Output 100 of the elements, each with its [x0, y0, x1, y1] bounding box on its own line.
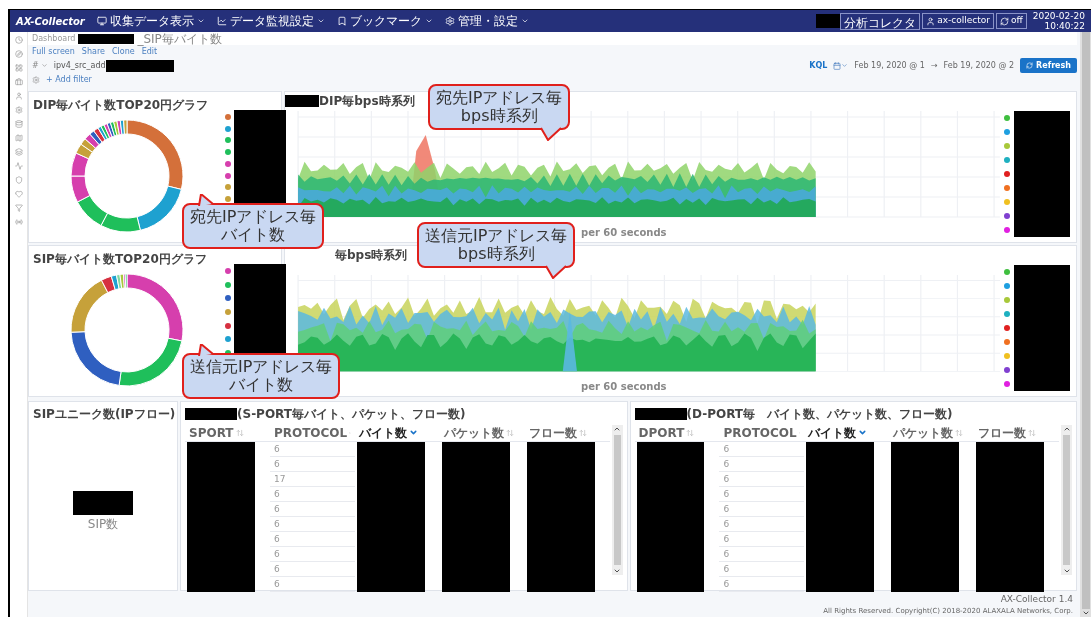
column-header[interactable]: PROTOCOL [719, 425, 805, 442]
table-cell: 6 [719, 442, 805, 457]
donut-slice [118, 337, 183, 387]
user-icon [926, 16, 936, 26]
layers-icon[interactable] [14, 148, 23, 156]
axis-label: per 60 seconds [581, 380, 667, 394]
redacted-block [185, 408, 237, 420]
callout-text: バイト数 [229, 376, 294, 394]
table-cell: 6 [269, 532, 355, 547]
auto-refresh-button[interactable]: off [995, 13, 1027, 29]
action-link[interactable]: Clone [111, 45, 135, 58]
column-header[interactable]: パケット数 [439, 425, 525, 442]
user-icon[interactable] [14, 92, 23, 100]
refresh-button[interactable]: Refresh [1020, 58, 1077, 74]
user-button[interactable]: ax-collector [922, 13, 994, 29]
table-cell: 6 [719, 562, 805, 577]
breadcrumb-current: _SIP毎バイト数 [137, 30, 222, 47]
calendar-icon [833, 62, 842, 70]
bookmark-icon [336, 16, 347, 26]
axis-label: per 60 seconds [581, 226, 667, 240]
scroll-up-icon[interactable] [613, 425, 621, 433]
clock-icon[interactable] [14, 36, 23, 44]
column-header[interactable]: フロー数 [524, 425, 610, 442]
date-picker-button[interactable] [833, 62, 849, 70]
action-link[interactable]: Full screen [32, 45, 75, 58]
panel-title: SIPユニーク数(IPフロー) [32, 406, 176, 423]
date-text: 2020-02-20 [1032, 11, 1085, 21]
column-header[interactable]: DPORT [634, 425, 720, 442]
column-header[interactable]: フロー数 [974, 425, 1060, 442]
radio-icon[interactable] [14, 218, 23, 226]
table-cell: 6 [269, 442, 355, 457]
panel-title: DIP毎bps時系列 [319, 93, 415, 110]
callout-text: bps時系列 [457, 245, 535, 263]
callout-text: bps時系列 [460, 107, 538, 125]
end-date[interactable]: Feb 19, 2020 @ 2 [943, 60, 1015, 72]
metric-label: SIP数 [87, 516, 119, 533]
start-date[interactable]: Feb 19, 2020 @ 1 [854, 60, 925, 72]
column-header[interactable]: バイト数 [804, 425, 890, 442]
column-header[interactable]: バイト数 [354, 425, 440, 442]
shield-icon[interactable] [14, 176, 23, 184]
scroll-down-icon[interactable] [613, 567, 621, 575]
panel-title: (S-PORT毎バイト、パケット、フロー数) [237, 406, 466, 423]
map-icon[interactable] [14, 134, 23, 142]
collector-button[interactable]: 分析コレクタ [840, 12, 921, 30]
time-text: 10:40:22 [1044, 21, 1085, 31]
kql-button[interactable]: KQL [809, 60, 828, 72]
caret-icon [196, 17, 205, 25]
nav-menu[interactable]: 管理・設定 [444, 12, 529, 30]
scrollbar[interactable] [1061, 425, 1072, 575]
table-cell: 17 [269, 472, 355, 487]
redacted-block [105, 60, 174, 72]
gear-icon[interactable] [32, 76, 40, 85]
caret-icon [520, 17, 529, 25]
table-cell: 6 [719, 487, 805, 502]
arrow-text: → [930, 60, 938, 72]
field-type-dropdown[interactable]: # [32, 60, 48, 72]
table-cell: 6 [719, 472, 805, 487]
action-link[interactable]: Edit [141, 45, 158, 58]
nav-menu[interactable]: 収集データ表示 [96, 12, 205, 30]
redacted-block [73, 491, 133, 515]
grid-icon[interactable] [14, 64, 23, 72]
scrollbar[interactable] [1080, 32, 1091, 617]
version-text: AX-Collector 1.4 [1000, 593, 1073, 605]
table-cell: 6 [269, 457, 355, 472]
brand-logo[interactable]: AX-Collector [16, 13, 85, 29]
heart-icon[interactable] [14, 190, 23, 198]
filter-icon[interactable] [14, 204, 23, 212]
refresh-icon [999, 16, 1009, 26]
activity-icon[interactable] [14, 162, 23, 170]
column-header[interactable]: SPORT [185, 425, 270, 442]
callout-text: 送信元IPアドレス毎 [425, 227, 568, 245]
add-filter-link[interactable]: + Add filter [46, 74, 92, 87]
scrollbar[interactable] [611, 425, 623, 575]
table-cell: 6 [719, 547, 805, 562]
caret-icon [40, 62, 48, 70]
gear-icon [444, 16, 455, 26]
nav-menu[interactable]: ブックマーク [336, 12, 433, 30]
scroll-up-icon[interactable] [1062, 425, 1071, 433]
compass-icon[interactable] [14, 50, 23, 58]
breadcrumb-link[interactable]: Dashboard [32, 32, 76, 45]
briefcase-icon[interactable] [14, 78, 23, 86]
panel-title: SIP毎バイト数TOP20円グラフ [33, 251, 207, 268]
redacted-block [285, 95, 319, 107]
panel-title: (D-PORT毎 バイト数、パケット数、フロー数) [686, 406, 953, 423]
table-cell: 6 [269, 577, 355, 592]
database-icon[interactable] [14, 120, 23, 128]
query-field[interactable]: ipv4_src_add [53, 60, 106, 72]
column-header[interactable]: パケット数 [889, 425, 975, 442]
action-link[interactable]: Share [81, 45, 105, 58]
column-header[interactable]: PROTOCOL [269, 425, 355, 442]
chart-icon [216, 16, 227, 26]
redacted-block [816, 14, 841, 28]
scroll-down-icon[interactable] [1062, 567, 1071, 575]
redacted-block [634, 408, 687, 420]
table-cell: 6 [269, 487, 355, 502]
scroll-down-icon[interactable] [1081, 609, 1090, 617]
nav-menu[interactable]: データ監視設定 [216, 12, 325, 30]
refresh-icon [1026, 62, 1034, 70]
table-cell: 6 [269, 562, 355, 577]
gear-icon[interactable] [14, 106, 23, 114]
